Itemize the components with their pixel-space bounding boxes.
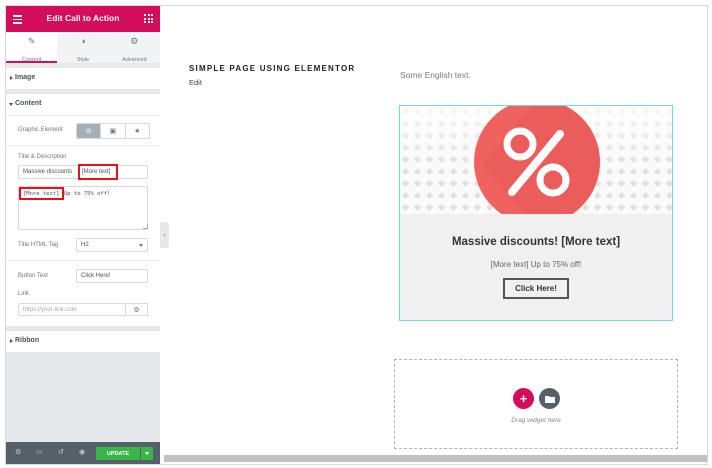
section-title: Image xyxy=(15,74,36,81)
call-to-action-widget[interactable]: Massive discounts! [More text] [More tex… xyxy=(399,105,673,321)
tab-label: Content xyxy=(22,57,42,63)
panel-tabs: ✎ Content ◑ Style ⚙ Advanced xyxy=(6,32,160,63)
editor-window: Edit Call to Action ✎ Content ◑ Style ⚙ … xyxy=(5,5,708,465)
chevron-down-icon xyxy=(139,244,143,247)
title-html-tag-value: H2 xyxy=(81,242,89,248)
cta-image-graphic xyxy=(400,106,672,214)
description-value: Up to 75% off! xyxy=(64,191,111,197)
star-icon[interactable]: ★ xyxy=(124,124,149,138)
title-html-tag-select[interactable]: H2 xyxy=(76,238,148,252)
section-ribbon[interactable]: Ribbon xyxy=(6,331,160,352)
panel-footer: ⚙ ▭ ↺ ◉ UPDATE xyxy=(6,442,160,464)
section-title[interactable]: Content xyxy=(15,100,41,107)
link-placeholder: https://your-link.com xyxy=(23,306,77,313)
horizontal-scrollbar[interactable] xyxy=(164,455,707,462)
panel-title: Edit Call to Action xyxy=(46,13,120,23)
settings-icon[interactable]: ⚙ xyxy=(15,449,21,456)
title-value: Massive discounts xyxy=(23,169,73,175)
button-text-label: Button Text xyxy=(18,273,48,279)
link-label: Link xyxy=(18,291,30,297)
drag-widget-text: Drag widget here xyxy=(511,417,561,424)
cta-description: [More text] Up to 75% off! xyxy=(490,260,582,269)
caret-down-icon[interactable] xyxy=(9,103,13,106)
update-button[interactable]: UPDATE xyxy=(96,447,140,460)
caret-right-icon xyxy=(10,76,13,80)
tab-label: Style xyxy=(76,57,90,63)
divider xyxy=(6,145,160,146)
divider xyxy=(6,115,160,116)
add-section-plus-icon[interactable]: + xyxy=(513,388,534,409)
page-title: SIMPLE PAGE USING ELEMENTOR xyxy=(189,64,356,73)
graphic-element-label: Graphic Element xyxy=(18,127,63,133)
cta-button[interactable]: Click Here! xyxy=(503,278,569,299)
image-icon[interactable]: ▣ xyxy=(100,124,125,138)
link-input[interactable]: https://your-link.com xyxy=(18,303,126,316)
tab-advanced[interactable]: ⚙ Advanced xyxy=(108,32,160,63)
panel-header: Edit Call to Action xyxy=(6,6,160,32)
title-more-text: [More text] xyxy=(82,169,111,175)
cta-title: Massive discounts! [More text] xyxy=(451,236,621,248)
cta-background-image xyxy=(400,106,672,214)
widgets-grid-icon[interactable] xyxy=(144,14,153,23)
section-title: Ribbon xyxy=(15,337,40,344)
edit-link[interactable]: Edit xyxy=(189,78,202,87)
english-text: Some English text. xyxy=(400,70,471,80)
template-folder-icon[interactable] xyxy=(539,388,560,409)
update-options-button[interactable] xyxy=(141,447,153,460)
history-icon[interactable]: ↺ xyxy=(58,449,64,456)
widget-drop-zone[interactable]: + Drag widget here xyxy=(394,359,678,449)
button-text-value: Click Here! xyxy=(81,273,111,279)
tab-label: Advanced xyxy=(122,57,147,63)
collapse-panel-button[interactable]: ‹ xyxy=(160,222,169,248)
preview-eye-icon[interactable]: ◉ xyxy=(79,449,85,456)
none-icon[interactable]: ⊘ xyxy=(77,124,101,138)
half-circle-icon: ◑ xyxy=(80,36,86,46)
title-html-tag-label: Title HTML Tag xyxy=(18,242,59,248)
tab-content[interactable]: ✎ Content xyxy=(6,32,58,63)
tab-style[interactable]: ◑ Style xyxy=(57,32,109,63)
menu-icon[interactable] xyxy=(13,15,22,24)
gear-icon: ⚙ xyxy=(130,36,139,46)
editor-panel: Edit Call to Action ✎ Content ◑ Style ⚙ … xyxy=(6,6,160,464)
section-image[interactable]: Image xyxy=(6,68,160,89)
responsive-desktop-icon[interactable]: ▭ xyxy=(36,449,43,456)
title-more-text-highlight: [More text] xyxy=(78,164,118,180)
button-text-input[interactable]: Click Here! xyxy=(76,269,148,283)
pencil-icon: ✎ xyxy=(27,36,36,46)
resize-handle-icon[interactable] xyxy=(143,224,148,229)
title-description-label: Title & Description xyxy=(18,154,67,160)
graphic-element-choices: ⊘ ▣ ★ xyxy=(76,123,150,139)
divider xyxy=(6,260,160,261)
folder-icon xyxy=(544,395,555,403)
description-more-text: [More text] xyxy=(23,190,60,197)
caret-right-icon xyxy=(10,339,13,343)
cta-content: Massive discounts! [More text] [More tex… xyxy=(400,214,672,320)
description-more-text-highlight: [More text] xyxy=(19,187,64,200)
link-options-gear-icon[interactable]: ⚙ xyxy=(126,303,148,316)
